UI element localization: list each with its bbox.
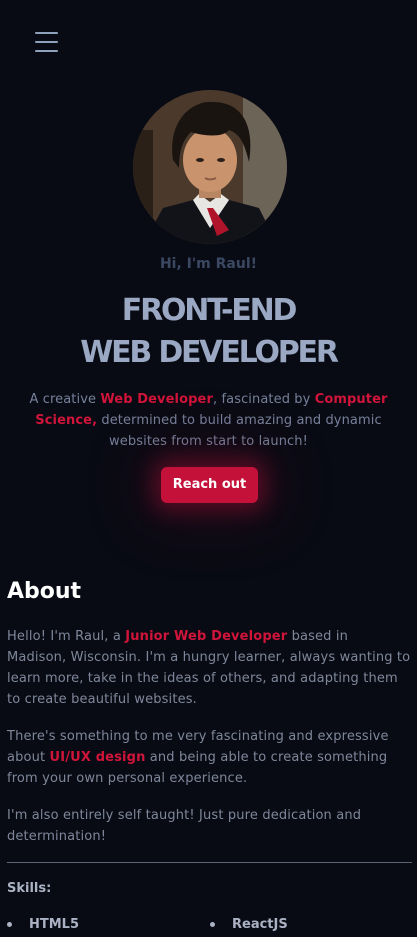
menu-bar [35, 50, 58, 52]
about-paragraph-2: There's something to me very fascinating… [7, 726, 411, 789]
page: Hi, I'm Raul! FRONT-END WEB DEVELOPER A … [0, 0, 417, 937]
skill-label: HTML5 [29, 917, 80, 932]
avatar [133, 90, 287, 244]
about-paragraph-1: Hello! I'm Raul, a Junior Web Developer … [7, 626, 411, 710]
menu-bar [35, 32, 58, 34]
intro-part: , fascinated by [212, 392, 315, 407]
bullet-icon [210, 922, 215, 927]
intro-accent-web-developer: Web Developer [100, 392, 213, 407]
about-accent-junior-web-developer: Junior Web Developer [125, 629, 288, 644]
intro-part: A creative [29, 392, 101, 407]
about-paragraph-3: I'm also entirely self taught! Just pure… [7, 808, 362, 844]
headline-line-1: FRONT-END [121, 293, 298, 328]
about-text: Hello! I'm Raul, a [7, 629, 126, 644]
skill-item: ReactJS [210, 917, 288, 932]
headline-line-2: WEB DEVELOPER [80, 335, 339, 370]
intro-text: A creative Web Developer, fascinated by … [28, 389, 389, 452]
skill-label: ReactJS [232, 917, 288, 932]
divider [7, 862, 412, 863]
about-accent-ui-ux-design: UI/UX design [49, 750, 146, 765]
skill-item: HTML5 [7, 917, 79, 932]
skills-heading: Skills: [7, 881, 52, 896]
intro-part: determined to build amazing and dynamic … [97, 413, 382, 449]
about-heading: About [7, 579, 82, 604]
menu-bar [35, 41, 58, 43]
reach-out-button[interactable]: Reach out [161, 467, 258, 503]
bullet-icon [7, 922, 12, 927]
greeting: Hi, I'm Raul! [159, 256, 258, 272]
page-title: FRONT-END WEB DEVELOPER [0, 290, 417, 374]
hamburger-menu-icon[interactable] [35, 32, 59, 52]
